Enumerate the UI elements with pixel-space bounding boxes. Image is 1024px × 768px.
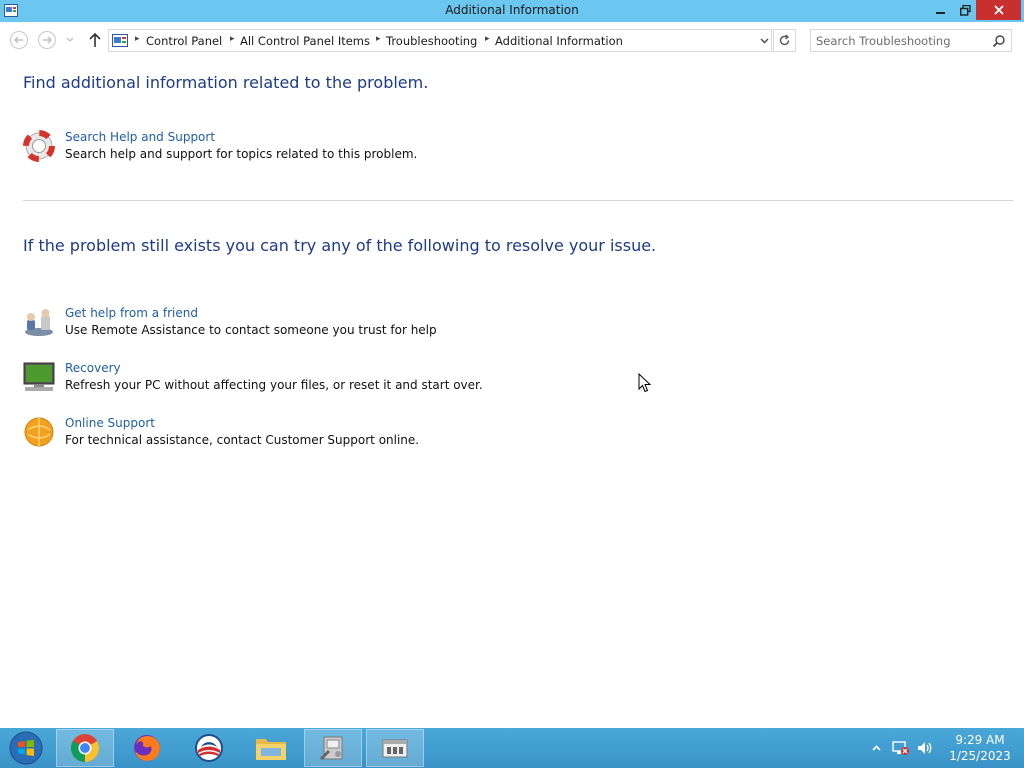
firefox-icon — [134, 735, 160, 761]
file-explorer-icon — [256, 739, 286, 760]
recovery-icon — [23, 362, 55, 391]
breadcrumb-all-control-panel-items[interactable]: All Control Panel Items — [240, 34, 370, 48]
heading-resolve-issue: If the problem still exists you can try … — [23, 236, 657, 255]
search-help-description: Search help and support for topics relat… — [65, 147, 418, 161]
breadcrumb-separator-icon: ▸ — [230, 34, 235, 44]
heading-additional-information: Find additional information related to t… — [23, 73, 429, 92]
close-button[interactable] — [976, 0, 1021, 20]
up-button[interactable] — [85, 30, 105, 50]
speaker-icon — [918, 742, 932, 754]
volume-control[interactable] — [914, 728, 936, 768]
windows-start-icon — [9, 731, 43, 765]
show-hidden-icons-button[interactable] — [869, 728, 883, 768]
online-support-icon — [24, 417, 54, 447]
recovery-link[interactable]: Recovery — [65, 361, 121, 375]
troubleshooting-icon — [319, 736, 343, 761]
minimize-button[interactable] — [927, 0, 954, 20]
recent-locations-button[interactable] — [63, 30, 77, 50]
option-online-support: Online Support For technical assistance,… — [23, 416, 723, 456]
taskbar-file-explorer[interactable] — [242, 729, 300, 767]
option-recovery: Recovery Refresh your PC without affecti… — [23, 361, 723, 401]
breadcrumb-separator-icon: ▸ — [376, 34, 381, 44]
forward-arrow-icon — [38, 31, 56, 49]
breadcrumb-troubleshooting[interactable]: Troubleshooting — [386, 34, 477, 48]
get-help-from-friend-link[interactable]: Get help from a friend — [65, 306, 198, 320]
chevron-up-icon — [871, 745, 881, 751]
window-title: Additional Information — [445, 3, 579, 17]
refresh-button[interactable] — [773, 29, 796, 52]
search-help-item: Search Help and Support Search help and … — [23, 130, 723, 170]
search-help-link[interactable]: Search Help and Support — [65, 130, 215, 144]
breadcrumb-separator-icon: ▸ — [135, 34, 140, 44]
breadcrumb-separator-icon: ▸ — [485, 34, 490, 44]
start-button[interactable] — [6, 730, 46, 766]
up-arrow-icon — [89, 32, 101, 47]
recovery-description: Refresh your PC without affecting your f… — [65, 378, 483, 392]
refresh-icon — [779, 34, 790, 46]
network-status[interactable] — [890, 728, 912, 768]
close-icon — [993, 5, 1004, 15]
address-dropdown-button[interactable] — [757, 33, 771, 48]
taskbar-firefox[interactable] — [118, 729, 176, 767]
control-panel-icon — [112, 34, 128, 47]
clock-date: 1/25/2023 — [949, 749, 1011, 763]
chevron-down-icon — [760, 38, 768, 43]
taskbar-troubleshooting[interactable] — [304, 729, 362, 767]
restore-button[interactable] — [952, 0, 979, 20]
content-pane: Find additional information related to t… — [0, 56, 1024, 728]
system-clock[interactable]: 9:29 AM 1/25/2023 — [940, 732, 1020, 764]
chrome-icon — [71, 734, 99, 762]
network-disconnected-icon — [892, 741, 909, 755]
navigation-bar: ▸ Control Panel ▸ All Control Panel Item… — [0, 22, 1024, 56]
online-support-link[interactable]: Online Support — [65, 416, 155, 430]
option-get-help-from-friend: Get help from a friend Use Remote Assist… — [23, 306, 723, 346]
control-panel-icon — [382, 739, 408, 758]
clock-time: 9:29 AM — [955, 733, 1005, 747]
mouse-cursor-icon — [638, 373, 652, 393]
search-box[interactable] — [810, 29, 1012, 52]
search-icon[interactable] — [992, 34, 1006, 48]
lifebuoy-icon — [23, 130, 55, 162]
back-button[interactable] — [9, 30, 29, 50]
taskbar-app-obama[interactable] — [180, 729, 238, 767]
address-bar[interactable]: ▸ Control Panel ▸ All Control Panel Item… — [108, 29, 772, 52]
get-help-from-friend-description: Use Remote Assistance to contact someone… — [65, 323, 437, 337]
breadcrumb-control-panel[interactable]: Control Panel — [146, 34, 222, 48]
restore-icon — [960, 4, 971, 16]
title-bar: Additional Information — [0, 0, 1024, 22]
taskbar: 9:29 AM 1/25/2023 — [0, 728, 1024, 768]
chevron-down-icon — [66, 37, 74, 42]
search-input[interactable] — [816, 33, 986, 48]
taskbar-control-panel[interactable] — [366, 729, 424, 767]
taskbar-chrome[interactable] — [56, 729, 114, 767]
back-arrow-icon — [10, 31, 28, 49]
divider — [23, 200, 1013, 201]
online-support-description: For technical assistance, contact Custom… — [65, 433, 420, 447]
breadcrumb-additional-information[interactable]: Additional Information — [495, 34, 623, 48]
remote-assistance-icon — [25, 309, 53, 336]
obama-logo-icon — [195, 734, 223, 762]
minimize-icon — [935, 12, 945, 14]
forward-button[interactable] — [37, 30, 57, 50]
